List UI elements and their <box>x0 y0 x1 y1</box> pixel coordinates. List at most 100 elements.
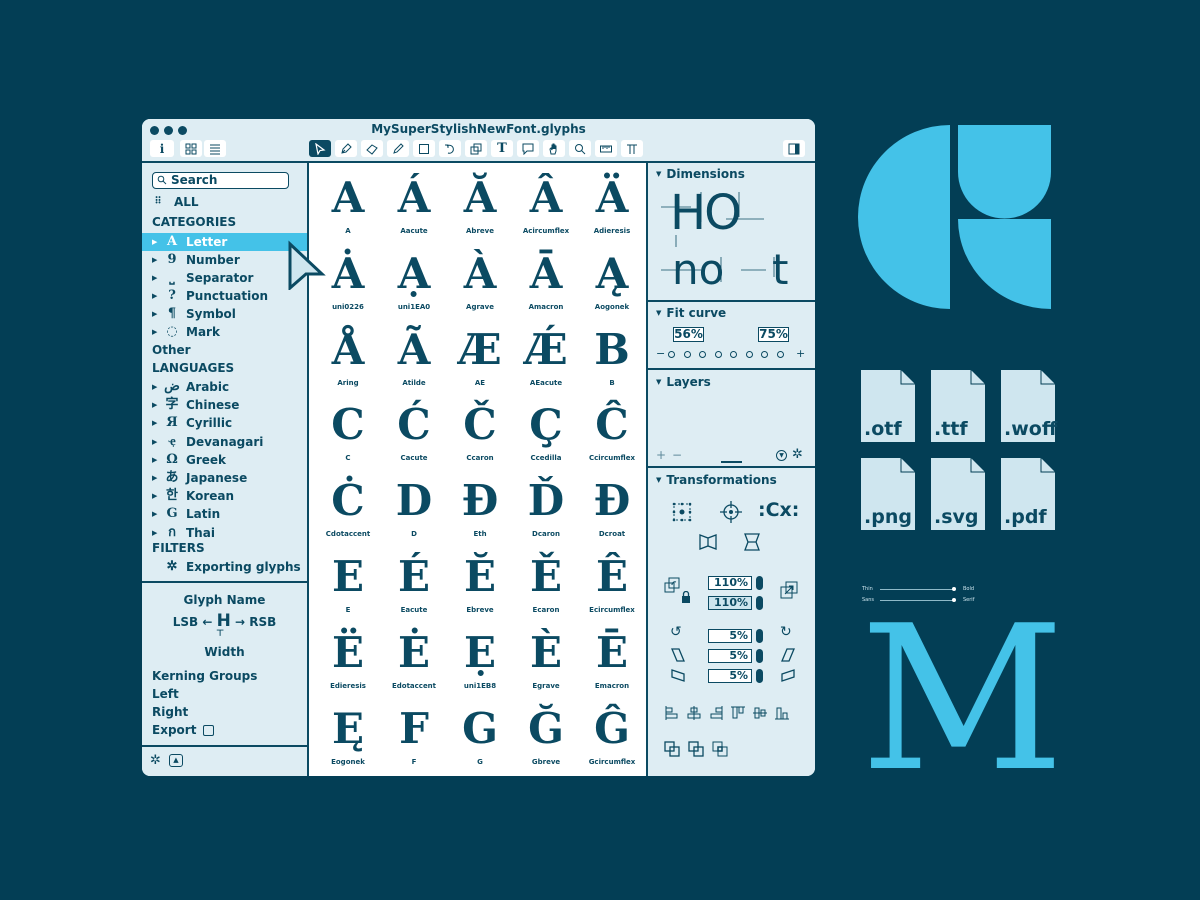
glyph-cell[interactable]: É Eacute <box>381 550 447 614</box>
disclosure-triangle-icon[interactable]: ▶ <box>152 305 157 323</box>
slant-left-icon[interactable] <box>670 647 686 663</box>
dimensions-section-header[interactable]: ▼ Dimensions <box>656 167 745 181</box>
text-tool[interactable]: T <box>491 140 513 157</box>
glyph-cell[interactable]: Ä Adieresis <box>579 171 645 235</box>
boolean-subtract-icon[interactable] <box>688 741 705 758</box>
scale-x-field[interactable]: 110% <box>708 576 752 590</box>
glyph-cell[interactable]: Ė Edotaccent <box>381 626 447 690</box>
align-right-icon[interactable] <box>708 705 724 721</box>
glyph-cell[interactable]: FF <box>381 702 447 766</box>
select-tool[interactable] <box>309 140 331 157</box>
slant-vertical-field[interactable]: 5% <box>708 669 752 683</box>
fit-curve-step[interactable] <box>745 351 753 358</box>
boolean-union-icon[interactable] <box>664 741 681 758</box>
search-input[interactable]: Search <box>152 172 289 189</box>
disclosure-triangle-icon[interactable]: ▶ <box>152 323 157 341</box>
glyph-cell[interactable]: CC <box>315 398 381 462</box>
glyph-cell[interactable]: GG <box>447 702 513 766</box>
zoom-tool[interactable] <box>569 140 591 157</box>
pencil-tool[interactable] <box>387 140 409 157</box>
toggle-inspector-button[interactable] <box>783 140 805 157</box>
sidebar-item-mark[interactable]: ▶ ◌ Mark <box>142 323 307 341</box>
rectangle-tool[interactable] <box>413 140 435 157</box>
panel-resize-handle[interactable] <box>721 461 742 463</box>
disclosure-triangle-icon[interactable]: ▶ <box>152 524 157 542</box>
rotate-field[interactable]: 5% <box>708 629 752 643</box>
glyph-cell[interactable]: Đ Eth <box>447 474 513 538</box>
disclosure-triangle-icon[interactable]: ▶ <box>152 251 157 269</box>
glyph-cell[interactable]: Ĕ Ebreve <box>447 550 513 614</box>
crosshair-icon[interactable] <box>718 499 744 525</box>
disclosure-triangle-icon[interactable]: ▶ <box>152 487 157 505</box>
glyph-cell[interactable]: Æ AE <box>447 323 513 387</box>
layer-settings-gear-icon[interactable]: ✲ <box>792 447 803 462</box>
fit-curve-step[interactable] <box>776 351 784 358</box>
disclosure-triangle-icon[interactable]: ▶ <box>152 396 157 414</box>
glyph-cell[interactable]: AA <box>315 171 381 235</box>
glyph-cell[interactable]: Ĉ Ccircumflex <box>579 398 645 462</box>
disclosure-triangle-icon[interactable]: ▶ <box>152 233 157 251</box>
rotate-cw-button[interactable]: ↻ <box>780 624 792 640</box>
glyph-cell[interactable]: Ā Amacron <box>513 247 579 311</box>
disclosure-triangle-icon[interactable]: ▶ <box>152 451 157 469</box>
fit-curve-minus-button[interactable]: − <box>656 347 665 360</box>
settings-gear-button[interactable]: ✲ <box>150 753 161 768</box>
fit-curve-step[interactable] <box>699 351 706 358</box>
layer-options-button[interactable]: ▼ <box>776 450 787 461</box>
sidebar-item-number[interactable]: ▶ 9 Number <box>142 251 307 269</box>
glyph-cell[interactable]: Å Aring <box>315 323 381 387</box>
transform-origin-icon[interactable] <box>671 501 693 523</box>
disclosure-triangle-icon[interactable]: ▶ <box>152 378 157 396</box>
flip-horizontal-icon[interactable] <box>698 532 718 552</box>
fit-curve-step[interactable] <box>761 351 768 358</box>
eject-button[interactable]: ▲ <box>169 754 183 767</box>
export-checkbox[interactable] <box>203 725 214 736</box>
glyph-cell[interactable]: Ê Ecircumflex <box>579 550 645 614</box>
align-left-icon[interactable] <box>664 705 680 721</box>
glyph-cell[interactable]: Ĝ Gcircumflex <box>579 702 645 766</box>
filter-exporting-glyphs[interactable]: ✲ Exporting glyphs <box>142 558 307 576</box>
glyph-cell[interactable]: Á Aacute <box>381 171 447 235</box>
component-transform-icon[interactable]: :Cx: <box>758 499 799 521</box>
sidebar-item-all[interactable]: ⠿ ALL <box>142 193 307 211</box>
scale-x-stepper[interactable] <box>756 576 763 590</box>
other-heading[interactable]: Other <box>152 343 191 357</box>
glyph-cell[interactable]: Ą Aogonek <box>579 247 645 311</box>
layers-section-header[interactable]: ▼ Layers <box>656 375 711 389</box>
sidebar-item-greek[interactable]: ▶ Ω Greek <box>142 451 307 469</box>
sidebar-item-punctuation[interactable]: ▶? Punctuation <box>142 287 307 305</box>
flip-vertical-icon[interactable] <box>742 532 762 552</box>
glyph-cell[interactable]: Ď Dcaron <box>513 474 579 538</box>
align-center-vertical-icon[interactable] <box>752 705 768 721</box>
rotate-ccw-button[interactable]: ↺ <box>670 624 682 640</box>
glyph-cell[interactable]: Ẹuni1EB8 <box>447 626 513 690</box>
glyph-cell[interactable]: Ć Cacute <box>381 398 447 462</box>
sidebar-item-separator[interactable]: ▶ ⎵ Separator <box>142 269 307 287</box>
glyph-cell[interactable]: Ç Ccedilla <box>513 398 579 462</box>
sidebar-item-korean[interactable]: ▶ 한 Korean <box>142 487 307 505</box>
disclosure-triangle-icon[interactable]: ▶ <box>152 269 157 287</box>
glyph-cell[interactable]: Ě Ecaron <box>513 550 579 614</box>
sidebar-item-cyrillic[interactable]: ▶ Я Cyrillic <box>142 414 307 432</box>
rotate-tool[interactable] <box>439 140 461 157</box>
scale-tool[interactable] <box>465 140 487 157</box>
lock-icon[interactable] <box>680 591 692 603</box>
sidebar-item-japanese[interactable]: ▶ あ Japanese <box>142 469 307 487</box>
glyph-cell[interactable]: Ē Emacron <box>579 626 645 690</box>
glyph-cell[interactable]: Ạuni1EA0 <box>381 247 447 311</box>
glyph-cell[interactable]: Ë Edieresis <box>315 626 381 690</box>
sidebar-item-arabic[interactable]: ▶ ض Arabic <box>142 378 307 396</box>
fit-curve-step[interactable] <box>730 351 737 358</box>
eraser-tool[interactable] <box>361 140 383 157</box>
list-view-button[interactable] <box>204 140 226 157</box>
align-center-horizontal-icon[interactable] <box>686 705 702 721</box>
align-top-icon[interactable] <box>730 705 746 721</box>
sidebar-item-letter[interactable]: ▶ A Letter <box>142 233 307 251</box>
info-button[interactable]: i <box>150 140 174 157</box>
measure-tool[interactable] <box>595 140 617 157</box>
scale-apply-icon[interactable] <box>780 581 798 599</box>
boolean-intersect-icon[interactable] <box>712 741 729 758</box>
glyph-cell[interactable]: DD <box>381 474 447 538</box>
fit-curve-section-header[interactable]: ▼ Fit curve <box>656 306 726 320</box>
disclosure-triangle-icon[interactable]: ▶ <box>152 287 157 305</box>
